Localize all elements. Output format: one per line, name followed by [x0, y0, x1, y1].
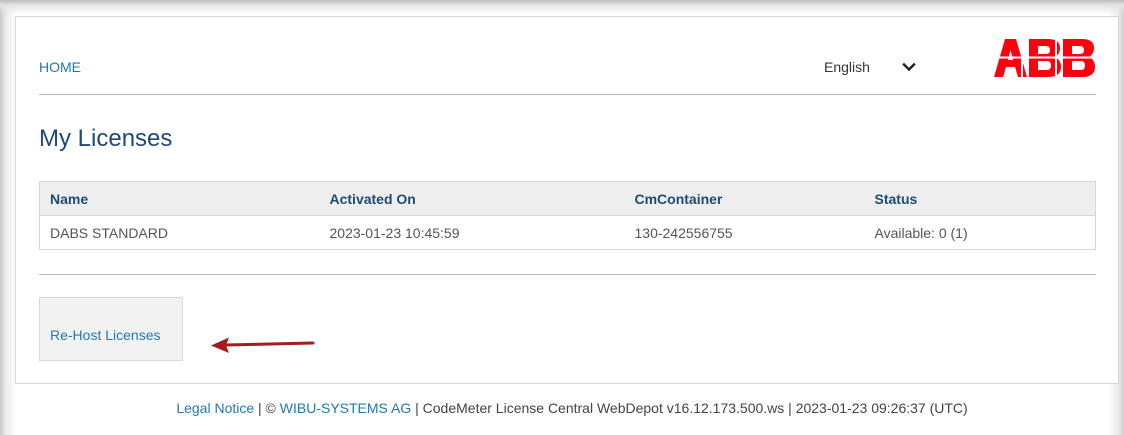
language-selected-value: English [824, 59, 870, 75]
footer-separator: | © [254, 400, 280, 416]
top-shadow [0, 0, 1124, 14]
page-title: My Licenses [39, 125, 173, 152]
footer-version-text: | CodeMeter License Central WebDepot v16… [411, 400, 968, 416]
column-header-activated-on[interactable]: Activated On [319, 181, 625, 216]
legal-notice-link[interactable]: Legal Notice [176, 400, 254, 416]
licenses-card: HOME English My Licenses Name Activated … [15, 16, 1119, 384]
header-bar: HOME English [39, 17, 1096, 95]
column-header-name[interactable]: Name [39, 181, 320, 216]
home-link[interactable]: HOME [39, 59, 81, 75]
cell-cmcontainer: 130-242556755 [634, 224, 733, 241]
cell-name: DABS STANDARD [50, 224, 168, 241]
language-select[interactable]: English [824, 59, 916, 75]
table-header-row: Name Activated On CmContainer Status [39, 181, 1096, 216]
footer: Legal Notice | © WIBU-SYSTEMS AG | CodeM… [0, 400, 1124, 416]
wibu-systems-link[interactable]: WIBU-SYSTEMS AG [280, 400, 411, 416]
column-header-status[interactable]: Status [864, 181, 1096, 216]
chevron-down-icon [902, 62, 916, 72]
cell-status: Available: 0 (1) [874, 224, 968, 241]
section-divider [39, 274, 1096, 275]
rehost-licenses-button[interactable]: Re-Host Licenses [39, 297, 183, 361]
annotation-arrow-icon [211, 337, 315, 353]
table-row[interactable]: DABS STANDARD 2023-01-23 10:45:59 130-24… [40, 216, 1096, 250]
cell-activated-on: 2023-01-23 10:45:59 [329, 224, 460, 241]
column-header-cmcontainer[interactable]: CmContainer [624, 181, 865, 216]
licenses-table: Name Activated On CmContainer Status DAB… [39, 181, 1096, 250]
abb-logo [994, 39, 1096, 77]
